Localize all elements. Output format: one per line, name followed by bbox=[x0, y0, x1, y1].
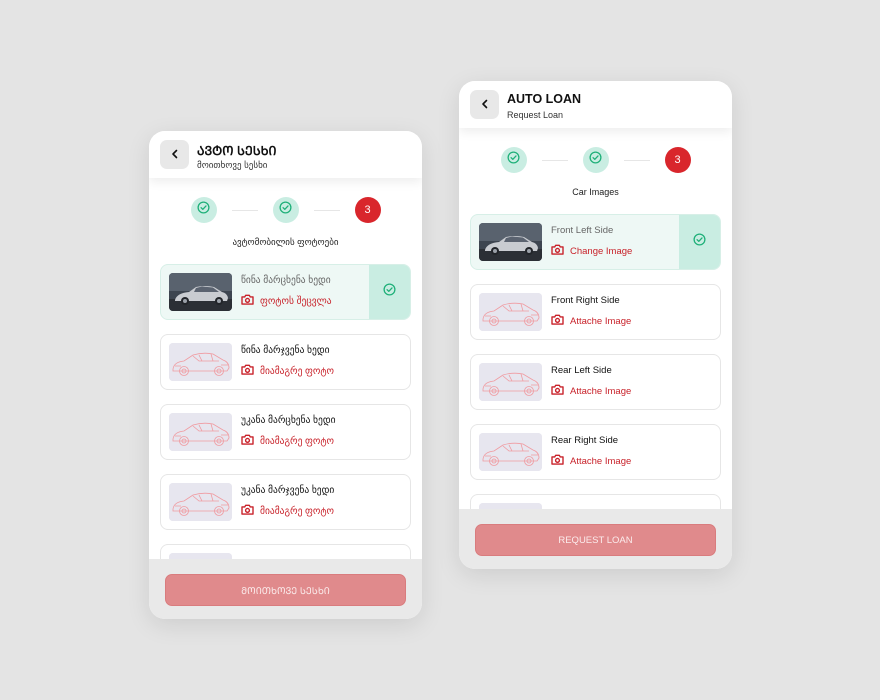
action-label: მიამაგრე ფოტო bbox=[260, 435, 335, 447]
camera-icon bbox=[241, 434, 254, 448]
car-placeholder-image bbox=[169, 413, 232, 451]
step-1 bbox=[190, 197, 217, 223]
step-3: 3 bbox=[354, 197, 381, 223]
footer-bar: ᲛᲝᲘᲗᲮᲝᲕᲔ ᲡᲔᲡᲮᲘ bbox=[149, 559, 422, 619]
action-label: ფოტოს შეცვლა bbox=[260, 295, 332, 307]
check-circle-icon bbox=[197, 201, 210, 219]
image-card[interactable]: Rear Right Side Attache Image bbox=[470, 424, 721, 480]
step-1 bbox=[500, 147, 527, 173]
chevron-left-icon bbox=[171, 146, 179, 164]
image-card[interactable]: უკანა მარცხენა ხედი მიამაგრე ფოტო bbox=[160, 404, 411, 460]
step-connector bbox=[231, 209, 258, 211]
app-header: AUTO LOAN Request Loan bbox=[459, 81, 732, 128]
car-placeholder-image bbox=[479, 433, 542, 471]
check-circle-icon bbox=[279, 201, 292, 219]
action-label: მიამაგრე ფოტო bbox=[260, 365, 335, 377]
car-placeholder-image bbox=[479, 363, 542, 401]
chevron-left-icon bbox=[481, 96, 489, 114]
car-photo bbox=[169, 273, 232, 311]
request-loan-button[interactable]: ᲛᲝᲘᲗᲮᲝᲕᲔ ᲡᲔᲡᲮᲘ bbox=[165, 574, 406, 606]
change-image-link[interactable]: ფოტოს შეცვლა bbox=[241, 294, 332, 308]
attach-image-link[interactable]: Attache Image bbox=[551, 314, 631, 328]
card-title: უკანა მარჯვენა ხედი bbox=[241, 485, 335, 496]
completed-indicator bbox=[679, 215, 720, 269]
image-card[interactable]: წინა მარჯვენა ხედი მიამაგრე ფოტო bbox=[160, 334, 411, 390]
image-card[interactable]: უკანა მარჯვენა ხედი მიამაგრე ფოტო bbox=[160, 474, 411, 530]
action-label: მიამაგრე ფოტო bbox=[260, 505, 335, 517]
attach-image-link[interactable]: Attache Image bbox=[551, 384, 631, 398]
page-subtitle: მოითხოვე სესხი bbox=[197, 160, 268, 170]
camera-icon bbox=[241, 364, 254, 378]
page-title: ᲐᲕᲢᲝ ᲡᲔᲡᲮᲘ bbox=[197, 144, 277, 158]
back-button[interactable] bbox=[470, 90, 499, 119]
check-circle-icon bbox=[383, 283, 396, 301]
car-placeholder-image bbox=[479, 293, 542, 331]
image-card[interactable]: Front Right Side Attache Image bbox=[470, 284, 721, 340]
card-title: წინა მარცხენა ხედი bbox=[241, 275, 331, 286]
card-title: Front Left Side bbox=[551, 225, 614, 236]
step-connector bbox=[313, 209, 340, 211]
request-loan-button[interactable]: REQUEST LOAN bbox=[475, 524, 716, 556]
card-title: Rear Right Side bbox=[551, 435, 619, 446]
step-2 bbox=[582, 147, 609, 173]
step-2 bbox=[272, 197, 299, 223]
check-circle-icon bbox=[693, 233, 706, 251]
step-title: Car Images bbox=[572, 187, 619, 197]
action-label: Attache Image bbox=[570, 315, 632, 327]
card-title: წინა მარჯვენა ხედი bbox=[241, 345, 330, 356]
image-card[interactable]: Front Left Side Change Image bbox=[470, 214, 721, 270]
camera-icon bbox=[551, 314, 564, 328]
camera-icon bbox=[551, 384, 564, 398]
screen-english: AUTO LOAN Request Loan 3 Car Images Front Le… bbox=[459, 81, 732, 569]
check-circle-icon bbox=[589, 151, 602, 169]
card-title: Rear Left Side bbox=[551, 365, 612, 376]
camera-icon bbox=[241, 504, 254, 518]
stepper: 3 bbox=[459, 147, 732, 173]
camera-icon bbox=[551, 454, 564, 468]
check-circle-icon bbox=[507, 151, 520, 169]
camera-icon bbox=[551, 244, 564, 258]
back-button[interactable] bbox=[160, 140, 189, 169]
image-card[interactable]: წინა მარცხენა ხედი ფოტოს შეცვლა bbox=[160, 264, 411, 320]
action-label: Attache Image bbox=[570, 385, 632, 397]
step-connector bbox=[623, 159, 650, 161]
card-title: Front Right Side bbox=[551, 295, 620, 306]
change-image-link[interactable]: Change Image bbox=[551, 244, 632, 258]
card-title: უკანა მარცხენა ხედი bbox=[241, 415, 336, 426]
app-header: ᲐᲕᲢᲝ ᲡᲔᲡᲮᲘ მოითხოვე სესხი bbox=[149, 131, 422, 178]
completed-indicator bbox=[369, 265, 410, 319]
car-photo bbox=[479, 223, 542, 261]
footer-bar: REQUEST LOAN bbox=[459, 509, 732, 569]
step-number: 3 bbox=[364, 204, 371, 216]
car-placeholder-image bbox=[169, 483, 232, 521]
car-placeholder-image bbox=[169, 343, 232, 381]
action-label: Change Image bbox=[570, 245, 633, 257]
stepper: 3 bbox=[149, 197, 422, 223]
step-number: 3 bbox=[674, 154, 681, 166]
page-title: AUTO LOAN bbox=[507, 92, 582, 106]
step-3: 3 bbox=[664, 147, 691, 173]
attach-image-link[interactable]: მიამაგრე ფოტო bbox=[241, 504, 334, 518]
screen-georgian: ᲐᲕᲢᲝ ᲡᲔᲡᲮᲘ მოითხოვე სესხი 3 ავტომობილის ფოტ… bbox=[149, 131, 422, 619]
action-label: Attache Image bbox=[570, 455, 632, 467]
attach-image-link[interactable]: Attache Image bbox=[551, 454, 631, 468]
camera-icon bbox=[241, 294, 254, 308]
image-card[interactable]: Rear Left Side Attache Image bbox=[470, 354, 721, 410]
step-connector bbox=[541, 159, 568, 161]
attach-image-link[interactable]: მიამაგრე ფოტო bbox=[241, 364, 334, 378]
attach-image-link[interactable]: მიამაგრე ფოტო bbox=[241, 434, 334, 448]
step-title: ავტომობილის ფოტოები bbox=[232, 237, 339, 247]
page-subtitle: Request Loan bbox=[507, 110, 564, 120]
